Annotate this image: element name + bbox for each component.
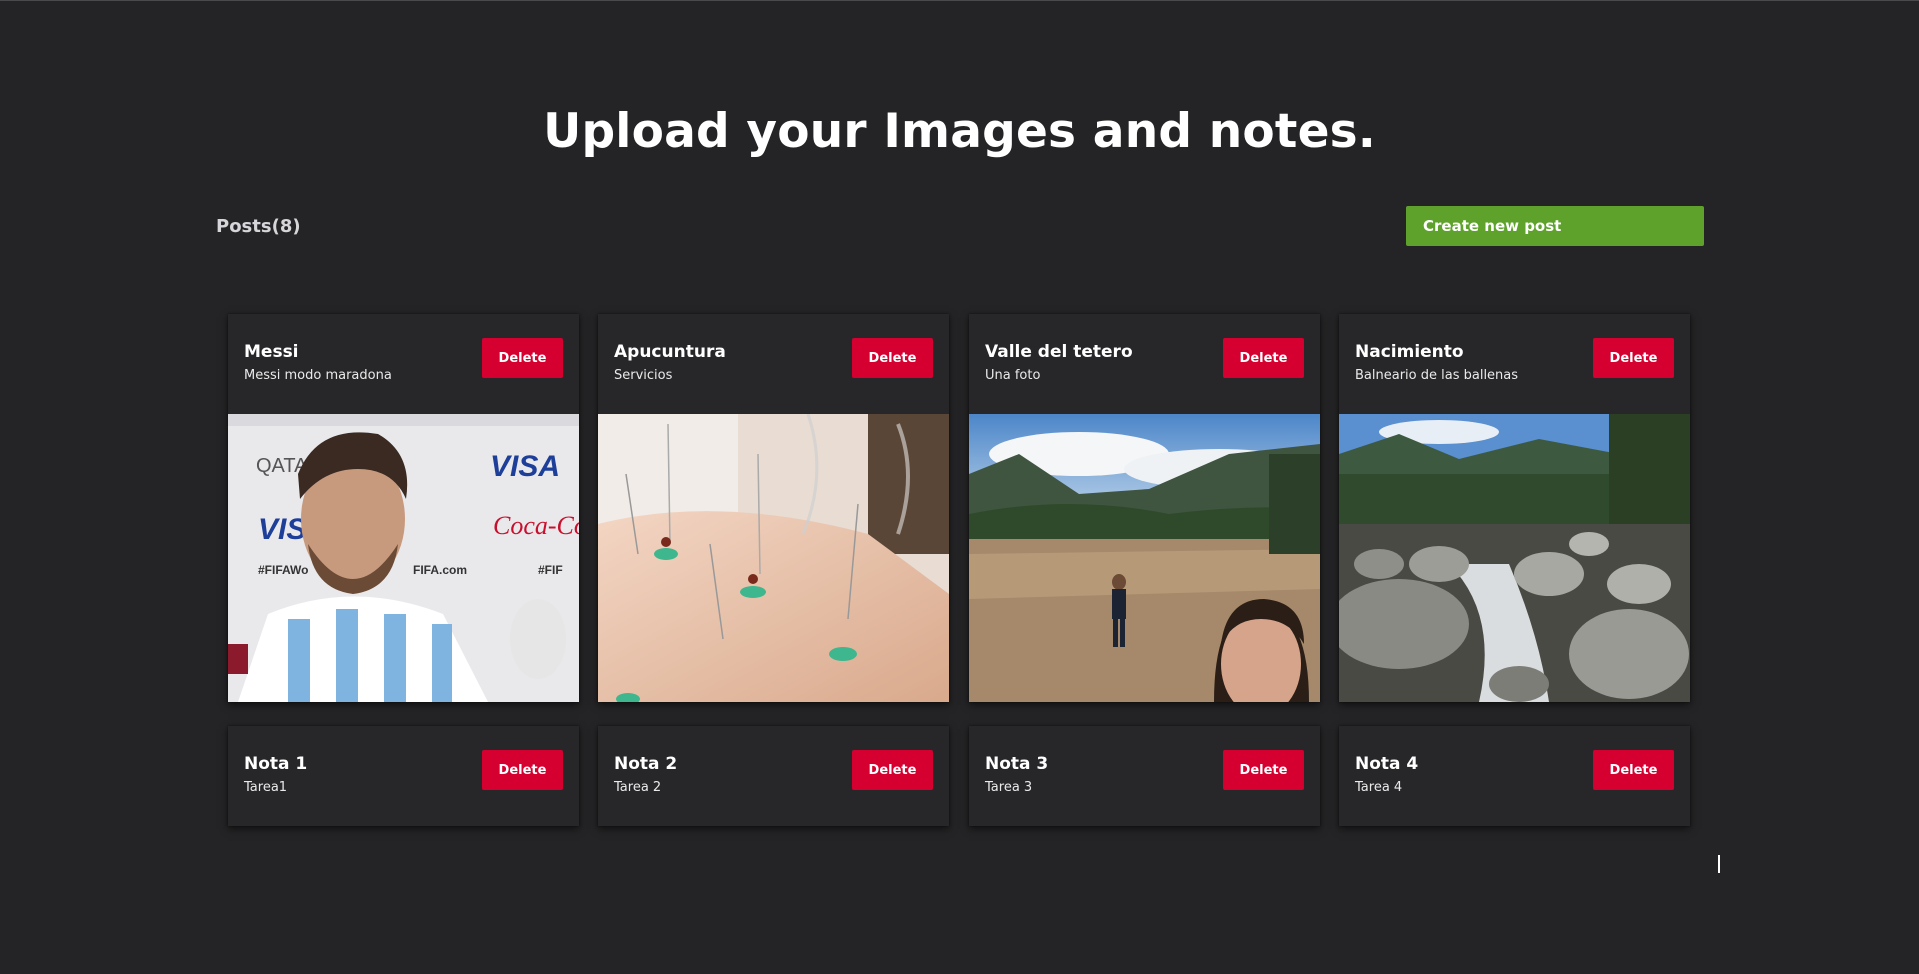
delete-button[interactable]: Delete [852, 750, 933, 790]
post-subtitle: Messi modo maradona [244, 368, 392, 383]
delete-button[interactable]: Delete [852, 338, 933, 378]
note-card-header: Nota 4 Tarea 4 Delete [1339, 726, 1690, 826]
note-card-header: Nota 1 Tarea1 Delete [228, 726, 579, 826]
note-subtitle: Tarea 2 [614, 780, 662, 795]
post-title: Valle del tetero [985, 342, 1133, 362]
post-title: Messi [244, 342, 299, 362]
post-card-header: Nacimiento Balneario de las ballenas Del… [1339, 314, 1690, 414]
posts-toolbar: Posts(8) Create new post [216, 206, 1704, 246]
note-card: Nota 1 Tarea1 Delete [228, 726, 579, 826]
post-image-valley [969, 414, 1320, 702]
note-title: Nota 1 [244, 754, 308, 774]
delete-button[interactable]: Delete [1223, 750, 1304, 790]
post-title: Nacimiento [1355, 342, 1464, 362]
note-title: Nota 4 [1355, 754, 1419, 774]
delete-button[interactable]: Delete [1223, 338, 1304, 378]
svg-text:FIFA.com: FIFA.com [413, 563, 467, 577]
note-subtitle: Tarea 4 [1355, 780, 1403, 795]
post-image-river [1339, 414, 1690, 702]
svg-text:VISA: VISA [490, 450, 560, 483]
note-card: Nota 2 Tarea 2 Delete [598, 726, 949, 826]
svg-text:Coca-Cola: Coca-Cola [493, 511, 579, 540]
note-card-header: Nota 2 Tarea 2 Delete [598, 726, 949, 826]
page-title: Upload your Images and notes. [543, 104, 1376, 159]
post-card: Nacimiento Balneario de las ballenas Del… [1339, 314, 1690, 702]
post-card-header: Apucuntura Servicios Delete [598, 314, 949, 414]
post-subtitle: Una foto [985, 368, 1041, 383]
text-cursor [1718, 855, 1720, 873]
note-card: Nota 4 Tarea 4 Delete [1339, 726, 1690, 826]
note-card: Nota 3 Tarea 3 Delete [969, 726, 1320, 826]
post-card: Valle del tetero Una foto Delete [969, 314, 1320, 702]
delete-button[interactable]: Delete [1593, 750, 1674, 790]
post-subtitle: Servicios [614, 368, 673, 383]
post-image-messi: VISA Coca-Cola QATA VIS #FIFAWo FIFA.com… [228, 414, 579, 702]
post-subtitle: Balneario de las ballenas [1355, 368, 1519, 383]
note-subtitle: Tarea1 [244, 780, 288, 795]
post-image-acupuncture [598, 414, 949, 702]
delete-button[interactable]: Delete [1593, 338, 1674, 378]
delete-button[interactable]: Delete [482, 338, 563, 378]
note-title: Nota 3 [985, 754, 1049, 774]
svg-text:VIS: VIS [258, 513, 306, 546]
posts-count: Posts(8) [216, 216, 301, 237]
post-card: Apucuntura Servicios Delete [598, 314, 949, 702]
post-title: Apucuntura [614, 342, 726, 362]
create-new-post-button[interactable]: Create new post [1406, 206, 1704, 246]
svg-text:#FIF: #FIF [538, 563, 563, 577]
note-title: Nota 2 [614, 754, 678, 774]
delete-button[interactable]: Delete [482, 750, 563, 790]
note-card-header: Nota 3 Tarea 3 Delete [969, 726, 1320, 826]
note-subtitle: Tarea 3 [985, 780, 1033, 795]
svg-text:#FIFAWo: #FIFAWo [258, 563, 308, 577]
post-card-header: Messi Messi modo maradona Delete [228, 314, 579, 414]
top-border [0, 0, 1919, 1]
post-card: Messi Messi modo maradona Delete VISA Co… [228, 314, 579, 702]
post-card-header: Valle del tetero Una foto Delete [969, 314, 1320, 414]
